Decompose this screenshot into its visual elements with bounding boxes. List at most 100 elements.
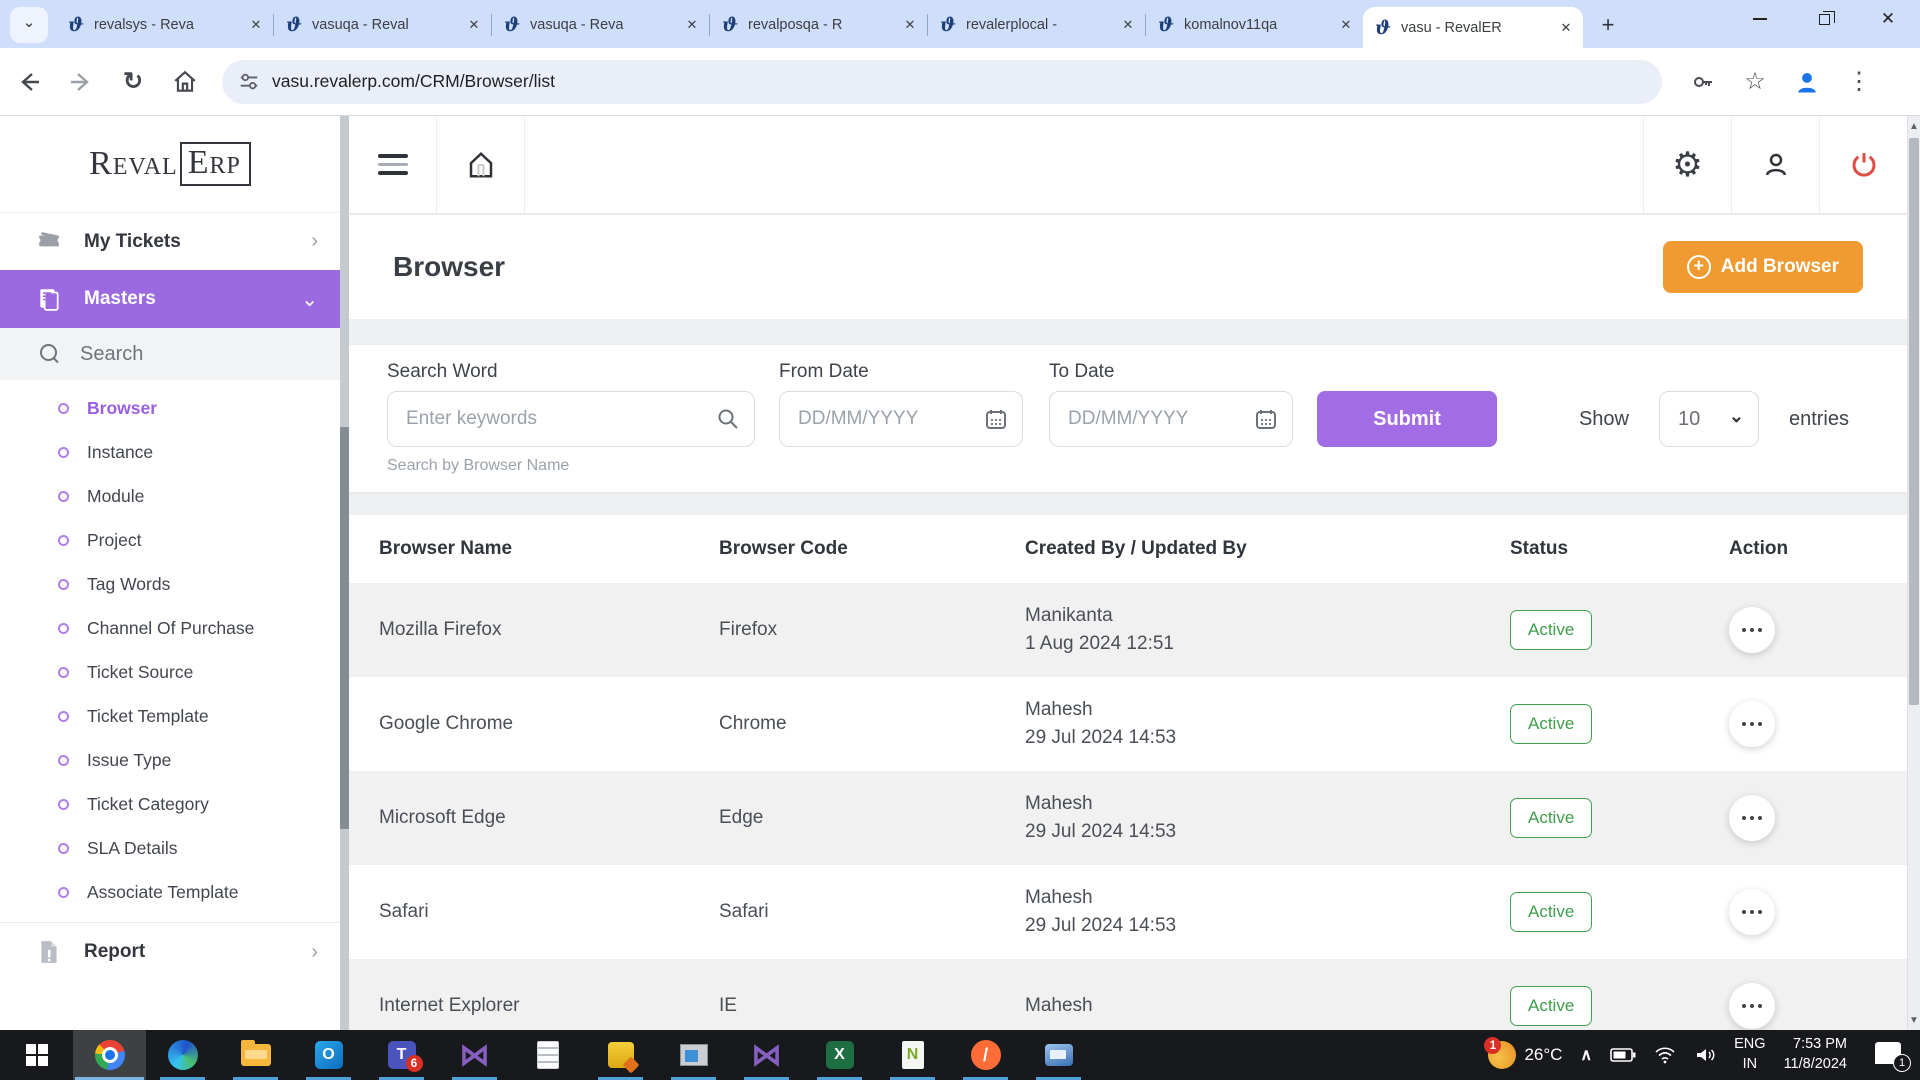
app-home-button[interactable] — [437, 116, 525, 213]
new-tab-button[interactable] — [1593, 10, 1623, 40]
sidebar-scrollbar-thumb[interactable] — [340, 427, 349, 829]
taskbar-notepad-plus[interactable]: N — [876, 1030, 949, 1080]
scroll-up-icon[interactable] — [1908, 118, 1920, 134]
calendar-icon[interactable] — [984, 407, 1008, 431]
tab-search-chevron-icon[interactable] — [10, 7, 48, 43]
home-button[interactable] — [162, 59, 208, 105]
taskbar-notepad[interactable] — [511, 1030, 584, 1080]
sidebar-item-ticket-category[interactable]: Ticket Category — [0, 782, 340, 826]
sidebar-scrollbar[interactable] — [340, 116, 349, 1030]
battery-indicator[interactable] — [1601, 1030, 1645, 1080]
from-date-field[interactable] — [779, 391, 1023, 447]
from-date-input[interactable] — [798, 408, 984, 430]
sidebar-item-sla-details[interactable]: SLA Details — [0, 826, 340, 870]
weather-widget[interactable]: 1 26°C — [1479, 1030, 1571, 1080]
back-button[interactable] — [6, 59, 52, 105]
row-actions-button[interactable] — [1729, 607, 1775, 653]
clock[interactable]: 7:53 PM 11/8/2024 — [1775, 1030, 1856, 1080]
sidebar-item-channel-of-purchase[interactable]: Channel Of Purchase — [0, 606, 340, 650]
browser-tab-active[interactable]: vasu - RevalER — [1363, 7, 1583, 48]
browser-tab-3[interactable]: vasuqa - Reva — [492, 8, 709, 42]
add-browser-button[interactable]: Add Browser — [1663, 241, 1863, 293]
tab-close-icon[interactable] — [1337, 16, 1355, 34]
tab-close-icon[interactable] — [683, 16, 701, 34]
row-actions-button[interactable] — [1729, 701, 1775, 747]
profile-button[interactable] — [1731, 116, 1819, 213]
language-indicator[interactable]: ENG IN — [1725, 1030, 1774, 1080]
tab-close-icon[interactable] — [247, 16, 265, 34]
taskbar-teams[interactable]: T 6 — [365, 1030, 438, 1080]
url-text[interactable]: vasu.revalerp.com/CRM/Browser/list — [272, 71, 555, 92]
taskbar-visual-studio[interactable] — [438, 1030, 511, 1080]
site-favicon-icon — [1373, 18, 1393, 38]
sidebar-item-browser[interactable]: Browser — [0, 386, 340, 430]
taskbar-excel[interactable]: X — [803, 1030, 876, 1080]
bookmark-star-button[interactable] — [1732, 59, 1778, 105]
tab-close-icon[interactable] — [465, 16, 483, 34]
reload-button[interactable] — [110, 59, 156, 105]
sidebar-item-project[interactable]: Project — [0, 518, 340, 562]
page-scrollbar-thumb[interactable] — [1909, 138, 1919, 705]
taskbar-edge[interactable] — [146, 1030, 219, 1080]
taskbar-outlook[interactable]: O — [292, 1030, 365, 1080]
browser-tab-5[interactable]: revalerplocal - — [928, 8, 1145, 42]
sidebar-search[interactable]: Search — [0, 328, 340, 380]
taskbar-visual-studio-2[interactable] — [730, 1030, 803, 1080]
row-actions-button[interactable] — [1729, 795, 1775, 841]
taskbar-terminal[interactable] — [1022, 1030, 1095, 1080]
volume-indicator[interactable] — [1685, 1030, 1725, 1080]
sidebar-item-ticket-template[interactable]: Ticket Template — [0, 694, 340, 738]
browser-tab-6[interactable]: komalnov11qa — [1146, 8, 1363, 42]
start-button[interactable] — [0, 1030, 73, 1080]
notification-center-button[interactable]: 1 — [1856, 1030, 1914, 1080]
taskbar-ssms[interactable] — [584, 1030, 657, 1080]
search-word-field[interactable] — [387, 391, 755, 447]
address-bar[interactable]: vasu.revalerp.com/CRM/Browser/list — [222, 60, 1662, 104]
sidebar-item-masters[interactable]: Masters — [0, 270, 340, 328]
scroll-down-icon[interactable] — [1908, 1012, 1920, 1028]
tickets-icon — [36, 229, 62, 255]
tab-close-icon[interactable] — [1119, 16, 1137, 34]
sidebar-item-tag-words[interactable]: Tag Words — [0, 562, 340, 606]
sidebar-item-module[interactable]: Module — [0, 474, 340, 518]
settings-button[interactable] — [1643, 116, 1731, 213]
tab-close-icon[interactable] — [901, 16, 919, 34]
page-scrollbar[interactable] — [1907, 116, 1920, 1030]
sidebar-item-report[interactable]: Report — [0, 923, 340, 981]
browser-tab-2[interactable]: vasuqa - Reval — [274, 8, 491, 42]
window-restore-button[interactable] — [1792, 0, 1856, 38]
taskbar-window-app[interactable] — [657, 1030, 730, 1080]
search-input[interactable] — [406, 408, 716, 430]
browser-menu-button[interactable] — [1836, 59, 1882, 105]
window-minimize-button[interactable] — [1728, 0, 1792, 38]
tab-close-icon[interactable] — [1557, 19, 1575, 37]
forward-button[interactable] — [58, 59, 104, 105]
power-icon — [1849, 150, 1879, 180]
window-close-button[interactable] — [1856, 0, 1920, 38]
tray-expand-button[interactable] — [1571, 1030, 1601, 1080]
to-date-field[interactable] — [1049, 391, 1293, 447]
taskbar-postman[interactable]: / — [949, 1030, 1022, 1080]
search-icon[interactable] — [716, 407, 740, 431]
sidebar-item-issue-type[interactable]: Issue Type — [0, 738, 340, 782]
calendar-icon[interactable] — [1254, 407, 1278, 431]
submit-button[interactable]: Submit — [1317, 391, 1497, 447]
sidebar-item-associate-template[interactable]: Associate Template — [0, 870, 340, 914]
to-date-input[interactable] — [1068, 408, 1254, 430]
network-indicator[interactable] — [1645, 1030, 1685, 1080]
sidebar-item-instance[interactable]: Instance — [0, 430, 340, 474]
row-actions-button[interactable] — [1729, 889, 1775, 935]
sidebar-item-ticket-source[interactable]: Ticket Source — [0, 650, 340, 694]
profile-avatar[interactable] — [1784, 59, 1830, 105]
browser-tab-1[interactable]: revalsys - Reva — [56, 8, 273, 42]
site-settings-icon[interactable] — [238, 71, 260, 93]
sidebar-item-my-tickets[interactable]: My Tickets — [0, 212, 340, 270]
page-size-select[interactable]: 10 — [1659, 391, 1759, 447]
taskbar-chrome[interactable] — [73, 1030, 146, 1080]
browser-tab-4[interactable]: revalposqa - R — [710, 8, 927, 42]
logout-button[interactable] — [1819, 116, 1907, 213]
taskbar-file-explorer[interactable] — [219, 1030, 292, 1080]
password-manager-button[interactable] — [1680, 59, 1726, 105]
menu-toggle-button[interactable] — [349, 116, 437, 213]
row-actions-button[interactable] — [1729, 983, 1775, 1029]
